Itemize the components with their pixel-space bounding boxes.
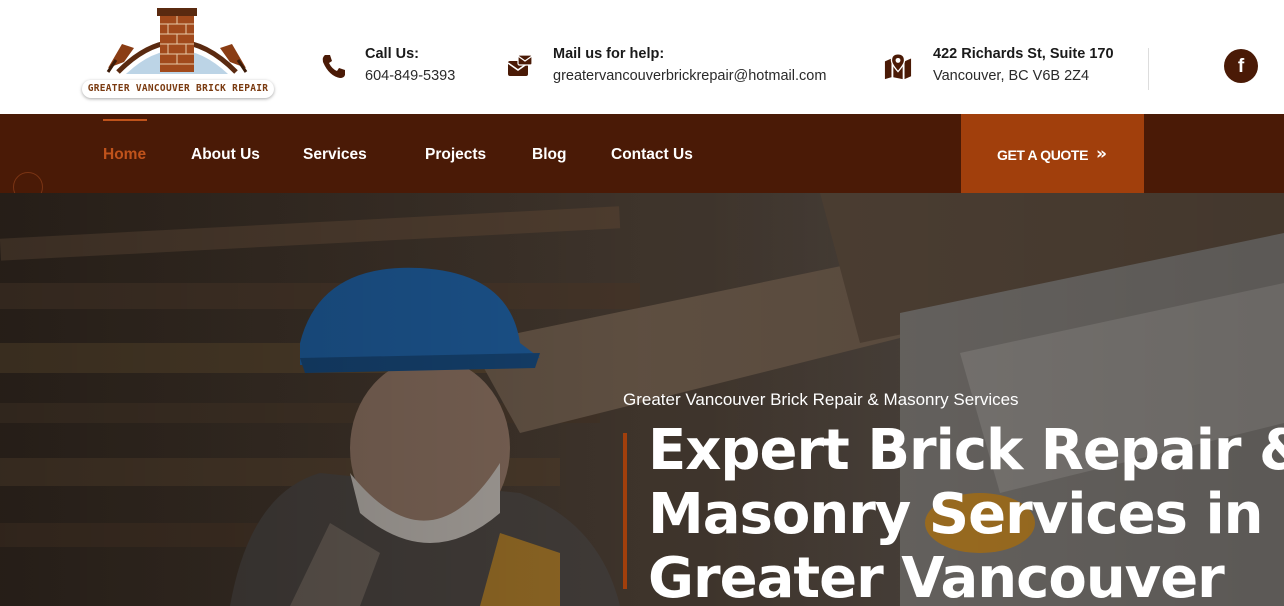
double-chevron-right-icon: »	[1096, 144, 1107, 164]
contact-mail[interactable]: Mail us for help: greatervancouverbrickr…	[506, 44, 856, 88]
contact-address[interactable]: 422 Richards St, Suite 170 Vancouver, BC…	[884, 44, 1124, 88]
hero-title-line-2: Masonry Services in	[648, 482, 1264, 547]
logo-text: GREATER VANCOUVER BRICK REPAIR	[82, 80, 274, 98]
address-line-1: 422 Richards St, Suite 170	[933, 46, 1114, 62]
nav-item-contact-us[interactable]: Contact Us	[611, 146, 693, 164]
hero-title: Expert Brick Repair & Masonry Services i…	[648, 418, 1284, 606]
map-icon	[884, 53, 912, 80]
contact-call[interactable]: Call Us: 604-849-5393	[319, 44, 479, 88]
nav-item-home[interactable]: Home	[103, 146, 146, 164]
nav-item-services[interactable]: Services	[303, 146, 367, 164]
call-title: Call Us:	[365, 46, 419, 62]
header-divider	[1148, 48, 1149, 90]
get-a-quote-button[interactable]: GET A QUOTE »	[961, 114, 1144, 193]
nav-item-projects[interactable]: Projects	[425, 146, 486, 164]
hero-title-line-1: Expert Brick Repair &	[648, 418, 1284, 483]
main-nav: Home About Us Services Projects Blog Con…	[0, 114, 1284, 202]
brand-logo[interactable]: GREATER VANCOUVER BRICK REPAIR	[78, 4, 276, 104]
call-phone-number[interactable]: 604-849-5393	[365, 68, 455, 84]
phone-icon	[322, 55, 345, 78]
get-a-quote-label: GET A QUOTE	[997, 147, 1089, 163]
hero-accent-bar	[623, 433, 627, 589]
mail-address[interactable]: greatervancouverbrickrepair@hotmail.com	[553, 68, 826, 84]
address-line-2: Vancouver, BC V6B 2Z4	[933, 68, 1090, 84]
top-header: GREATER VANCOUVER BRICK REPAIR Call Us: …	[0, 0, 1284, 114]
mail-icon	[507, 54, 533, 76]
hero-subtitle: Greater Vancouver Brick Repair & Masonry…	[623, 390, 1019, 409]
nav-item-blog[interactable]: Blog	[532, 146, 566, 164]
hero-title-line-3: Greater Vancouver	[648, 546, 1225, 606]
nav-item-about-us[interactable]: About Us	[191, 146, 260, 164]
facebook-icon[interactable]: f	[1224, 49, 1258, 83]
active-nav-indicator	[103, 119, 147, 121]
hero-section: Greater Vancouver Brick Repair & Masonry…	[0, 193, 1284, 606]
mail-title: Mail us for help:	[553, 46, 665, 62]
